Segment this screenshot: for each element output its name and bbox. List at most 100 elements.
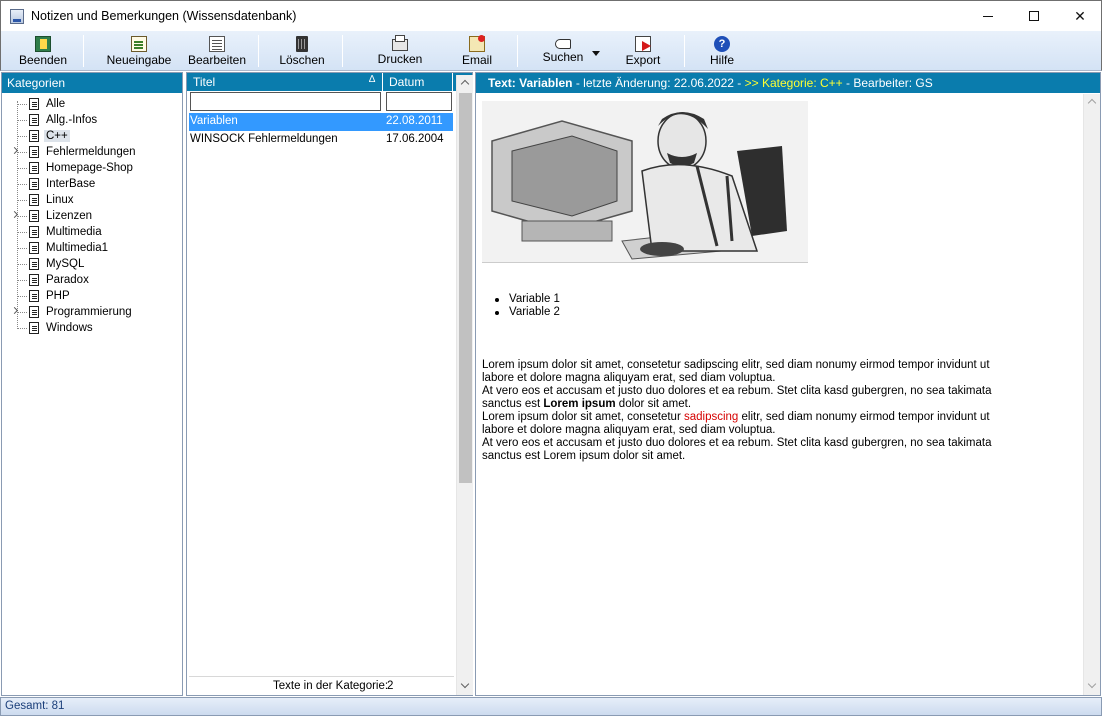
document-icon <box>29 306 39 318</box>
list-scroll-thumb[interactable] <box>459 93 472 483</box>
scroll-down-icon[interactable] <box>1087 679 1097 689</box>
suchen-label: Suchen <box>542 50 584 64</box>
paragraph: Lorem ipsum dolor sit amet, consetetur s… <box>482 359 990 384</box>
document-icon <box>29 242 39 254</box>
hilfe-button[interactable]: Hilfe <box>701 34 743 68</box>
category-label: Programmierung <box>46 306 132 318</box>
title-bar: Notizen und Bemerkungen (Wissensdatenban… <box>0 0 1102 31</box>
text-list-panel: Titel ∆ Datum Variablen 22.08.2011 WINSOCK… <box>186 72 473 696</box>
category-label: Paradox <box>46 274 89 286</box>
export-icon <box>635 36 651 52</box>
category-item[interactable]: InterBase <box>2 176 182 192</box>
category-item[interactable]: MySQL <box>2 256 182 272</box>
beenden-label: Beenden <box>18 53 68 67</box>
paragraph: Lorem ipsum dolor sit amet, consetetur s… <box>482 411 990 436</box>
email-button[interactable]: Email <box>453 34 501 68</box>
drucken-label: Drucken <box>377 52 423 66</box>
app-icon <box>10 9 24 24</box>
status-bar: Gesamt: 81 <box>0 697 1102 716</box>
paragraph: At vero eos et accusam et justo duo dolo… <box>482 437 992 462</box>
help-icon <box>714 36 730 52</box>
text-date: - letzte Änderung: 22.06.2022 - <box>575 76 742 90</box>
scroll-down-icon[interactable] <box>460 679 470 689</box>
category-item[interactable]: Programmierung <box>2 304 182 320</box>
category-item[interactable]: Homepage-Shop <box>2 160 182 176</box>
hilfe-label: Hilfe <box>709 53 734 67</box>
category-label: Allg.-Infos <box>46 114 98 126</box>
body-text: Lorem ipsum dolor sit amet, consetetur s… <box>482 359 1002 463</box>
close-button[interactable]: ✕ <box>1057 1 1102 31</box>
categories-header: Kategorien <box>2 73 182 93</box>
category-item[interactable]: Paradox <box>2 272 182 288</box>
loeschen-button[interactable]: Löschen <box>273 34 331 68</box>
document-icon <box>29 226 39 238</box>
document-icon <box>29 290 39 302</box>
category-item[interactable]: Multimedia <box>2 224 182 240</box>
text-list: Variablen 22.08.2011 WINSOCK Fehlermeldung… <box>187 113 472 149</box>
minimize-button[interactable] <box>965 1 1011 31</box>
row-datum: 22.08.2011 <box>386 115 443 127</box>
category-item[interactable]: Alle <box>2 96 182 112</box>
row-titel: Variablen <box>190 115 238 127</box>
filter-datum-input[interactable] <box>386 92 452 111</box>
new-note-icon <box>131 36 147 52</box>
document-icon <box>29 178 39 190</box>
category-item[interactable]: PHP <box>2 288 182 304</box>
list-row[interactable]: WINSOCK Fehlermeldungen 17.06.2004 <box>187 131 472 149</box>
window-title: Notizen und Bemerkungen (Wissensdatenban… <box>31 9 297 23</box>
email-icon <box>469 35 485 52</box>
scroll-up-icon[interactable] <box>460 79 470 89</box>
drucken-button[interactable]: Drucken <box>371 34 429 68</box>
document-icon <box>29 146 39 158</box>
category-item[interactable]: Allg.-Infos <box>2 112 182 128</box>
category-item[interactable]: Multimedia1 <box>2 240 182 256</box>
category-label: Homepage-Shop <box>46 162 133 174</box>
trash-icon <box>296 36 308 52</box>
scroll-up-icon[interactable] <box>1087 98 1097 108</box>
beenden-button[interactable]: Beenden <box>13 34 73 68</box>
row-datum: 17.06.2004 <box>386 133 444 145</box>
toolbar: Beenden Neueingabe Bearbeiten Löschen Dr… <box>0 31 1102 71</box>
document-icon <box>29 210 39 222</box>
printer-icon <box>392 35 408 51</box>
list-scrollbar[interactable] <box>456 75 473 695</box>
text-header: Text: Variablen - letzte Änderung: 22.06… <box>476 73 1100 93</box>
category-tree: Alle Allg.-Infos C++ Fehlermeldungen Homepag… <box>2 93 182 336</box>
red-text: sadipscing <box>683 411 739 423</box>
loeschen-label: Löschen <box>279 53 325 67</box>
text-view-panel: Text: Variablen - letzte Änderung: 22.06… <box>475 72 1101 696</box>
text-content[interactable]: Variable 1 Variable 2 Lorem ipsum dolor … <box>482 101 1002 463</box>
suchen-button[interactable]: Suchen <box>537 34 589 68</box>
category-item[interactable]: Linux <box>2 192 182 208</box>
list-row[interactable]: Variablen 22.08.2011 <box>189 113 453 131</box>
cartoon-image <box>482 101 808 263</box>
bullet-list: Variable 1 Variable 2 <box>495 293 1002 319</box>
bearbeiten-button[interactable]: Bearbeiten <box>185 34 249 68</box>
filter-titel-input[interactable] <box>190 92 381 111</box>
document-icon <box>29 130 39 142</box>
neueingabe-label: Neueingabe <box>106 53 172 67</box>
document-icon <box>29 258 39 270</box>
neueingabe-button[interactable]: Neueingabe <box>105 34 173 68</box>
list-header: Titel ∆ Datum <box>187 73 472 91</box>
category-item[interactable]: C++ <box>2 128 182 144</box>
bullet-item: Variable 2 <box>495 306 1002 319</box>
category-label: Windows <box>46 322 93 334</box>
suchen-dropdown-arrow-icon[interactable] <box>592 51 600 56</box>
category-label: Multimedia <box>46 226 102 238</box>
paragraph: At vero eos et accusam et justo duo dolo… <box>482 385 992 410</box>
category-item[interactable]: Lizenzen <box>2 208 182 224</box>
categories-panel: Kategorien Alle Allg.-Infos C++ Fehlermeldu… <box>1 72 183 696</box>
category-item[interactable]: Fehlermeldungen <box>2 144 182 160</box>
category-item[interactable]: Windows <box>2 320 182 336</box>
export-button[interactable]: Export <box>617 34 669 68</box>
column-header-titel[interactable]: Titel ∆ <box>189 73 383 91</box>
column-header-datum[interactable]: Datum <box>385 73 453 91</box>
category-label: Lizenzen <box>46 210 93 222</box>
maximize-icon <box>1029 11 1039 21</box>
maximize-button[interactable] <box>1011 1 1057 31</box>
footer-count: 2 <box>387 680 394 692</box>
bullet-item: Variable 1 <box>495 293 1002 306</box>
text-scrollbar[interactable] <box>1083 94 1100 695</box>
document-icon <box>29 114 39 126</box>
